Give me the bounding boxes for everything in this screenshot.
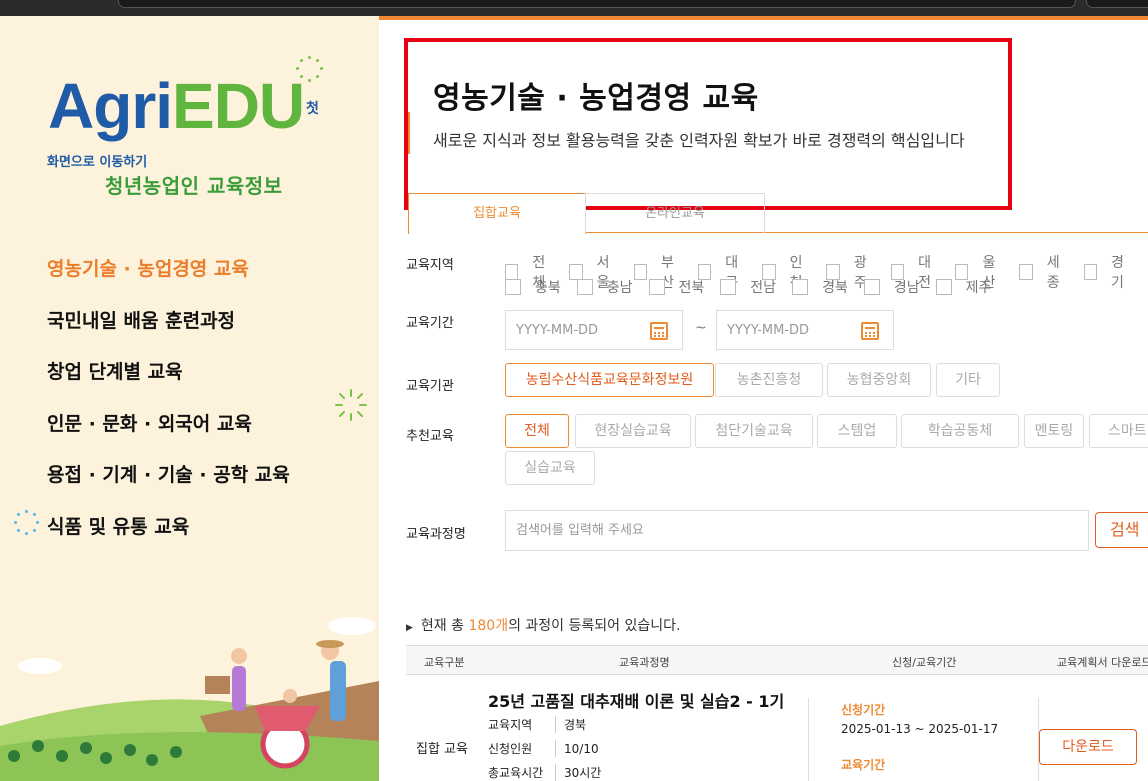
search-button[interactable]: 검색 — [1095, 512, 1148, 548]
calendar-icon[interactable] — [650, 322, 668, 340]
org-chip-other[interactable]: 기타 — [936, 363, 1000, 397]
calendar-icon[interactable] — [861, 322, 879, 340]
download-button[interactable]: 다운로드 — [1039, 729, 1137, 765]
sidebar-subtitle-move: 화면으로 이동하기 — [47, 155, 148, 170]
top-accent-line — [379, 16, 1148, 20]
region-checkbox[interactable]: 세종 — [1019, 252, 1067, 292]
detail-hours: 총교육시간 30시간 — [488, 764, 602, 781]
rec-chip-field[interactable]: 현장실습교육 — [575, 414, 691, 448]
region-checkbox[interactable]: 충남 — [576, 277, 633, 297]
region-checkbox[interactable]: 경남 — [863, 277, 920, 297]
rec-chip-stepup[interactable]: 스템업 — [817, 414, 897, 448]
sidebar: AgriEDU 첫 화면으로 이동하기 청년농업인 교육정보 영농기술 · 농업… — [0, 16, 379, 781]
decor-sun-icon — [334, 388, 368, 422]
col-header-kind: 교육구분 — [424, 656, 465, 669]
farm-illustration — [0, 617, 379, 781]
region-label: 교육지역 — [406, 258, 454, 273]
browser-extension-area[interactable] — [1086, 0, 1148, 8]
sidebar-item-food[interactable]: 식품 및 유통 교육 — [47, 512, 290, 564]
period-label: 교육기간 — [406, 316, 454, 331]
col-header-course: 교육과정명 — [619, 656, 670, 669]
org-chip-rda[interactable]: 농촌진흥청 — [715, 363, 823, 397]
detail-applicants: 신청인원 10/10 — [488, 740, 599, 757]
rec-chip-all[interactable]: 전체 — [505, 414, 569, 448]
sidebar-item-startup[interactable]: 창업 단계별 교육 — [47, 357, 290, 409]
region-checkbox[interactable]: 경북 — [792, 277, 848, 297]
detail-region: 교육지역 경북 — [488, 716, 587, 733]
start-date-input[interactable]: YYYY-MM-DD — [505, 310, 683, 350]
end-date-input[interactable]: YYYY-MM-DD — [716, 310, 894, 350]
col-header-download: 교육계획서 다운로드 — [1057, 656, 1148, 669]
browser-address-bar[interactable] — [118, 0, 1076, 8]
tab-online-education[interactable]: 온라인교육 — [585, 193, 765, 233]
tab-group-education[interactable]: 집합교육 — [408, 193, 586, 234]
sidebar-item-national-training[interactable]: 국민내일 배움 훈련과정 — [47, 306, 290, 358]
sidebar-menu: 영농기술 · 농업경영 교육 국민내일 배움 훈련과정 창업 단계별 교육 인문… — [47, 254, 290, 563]
org-label: 교육기관 — [406, 379, 454, 394]
region-checkboxes-row2: 충북 충남 전북 전남 경북 경남 제주 — [505, 277, 1007, 297]
region-checkbox[interactable]: 전남 — [720, 277, 776, 297]
org-chip-epis[interactable]: 농림수산식품교육문화정보원 — [505, 363, 714, 397]
recommended-label: 추천교육 — [406, 429, 454, 444]
sidebar-item-humanities[interactable]: 인문 · 문화 · 외국어 교육 — [47, 409, 290, 461]
region-checkbox[interactable]: 충북 — [505, 277, 561, 297]
org-chip-nonghyup[interactable]: 농협중앙회 — [827, 363, 931, 397]
sidebar-subtitle-young-farmer: 청년농업인 교육정보 — [105, 174, 283, 198]
highlight-box — [404, 38, 1012, 210]
decor-dots-blue-icon — [14, 510, 40, 536]
rec-chip-smart[interactable]: 스마트 — [1089, 414, 1148, 448]
education-type-tabs: 집합교육 온라인교육 — [408, 193, 1148, 234]
row-education-kind: 집합 교육 — [416, 742, 468, 757]
date-range-separator: ~ — [695, 320, 707, 336]
col-header-period: 신청/교육기간 — [892, 656, 957, 669]
sidebar-item-farming-tech[interactable]: 영농기술 · 농업경영 교육 — [47, 254, 290, 306]
decor-dots-icon — [296, 56, 324, 84]
rec-chip-learning-community[interactable]: 학습공동체 — [901, 414, 1019, 448]
result-count: ▶ 현재 총 180개의 과정이 등록되어 있습니다. — [406, 618, 681, 634]
page-title: 영농기술 · 농업경영 교육 — [433, 81, 759, 116]
course-search-input[interactable]: 검색어를 입력해 주세요 — [505, 510, 1089, 551]
browser-top-strip — [0, 0, 1148, 16]
column-divider — [808, 698, 809, 781]
apply-period-value: 2025-01-13 ~ 2025-01-17 — [841, 722, 999, 736]
agriedu-logo[interactable]: AgriEDU — [48, 74, 305, 138]
sidebar-item-engineering[interactable]: 용접 · 기계 · 기술 · 공학 교육 — [47, 460, 290, 512]
course-title-link[interactable]: 25년 고품질 대추재배 이론 및 실습2 - 1기 — [488, 688, 784, 712]
hero-accent-bar — [408, 112, 410, 154]
rec-chip-practice[interactable]: 실습교육 — [505, 451, 595, 485]
region-checkbox[interactable]: 전북 — [648, 277, 704, 297]
logo-side-text: 첫 — [306, 101, 319, 117]
rec-chip-mentoring[interactable]: 멘토링 — [1024, 414, 1084, 448]
region-checkbox[interactable]: 제주 — [935, 277, 991, 297]
course-name-label: 교육과정명 — [406, 527, 466, 542]
apply-period-label: 신청기간 — [841, 703, 886, 717]
bullet-arrow-icon: ▶ — [406, 623, 413, 633]
results-table-header: 교육구분 교육과정명 신청/교육기간 교육계획서 다운로드 — [406, 645, 1148, 675]
rec-chip-advanced[interactable]: 첨단기술교육 — [695, 414, 813, 448]
region-checkbox[interactable]: 경기 — [1083, 252, 1132, 292]
education-period-label: 교육기간 — [841, 758, 886, 772]
page-subtitle: 새로운 지식과 정보 활용능력을 갖춘 인력자원 확보가 바로 경쟁력의 핵심입… — [433, 131, 965, 150]
